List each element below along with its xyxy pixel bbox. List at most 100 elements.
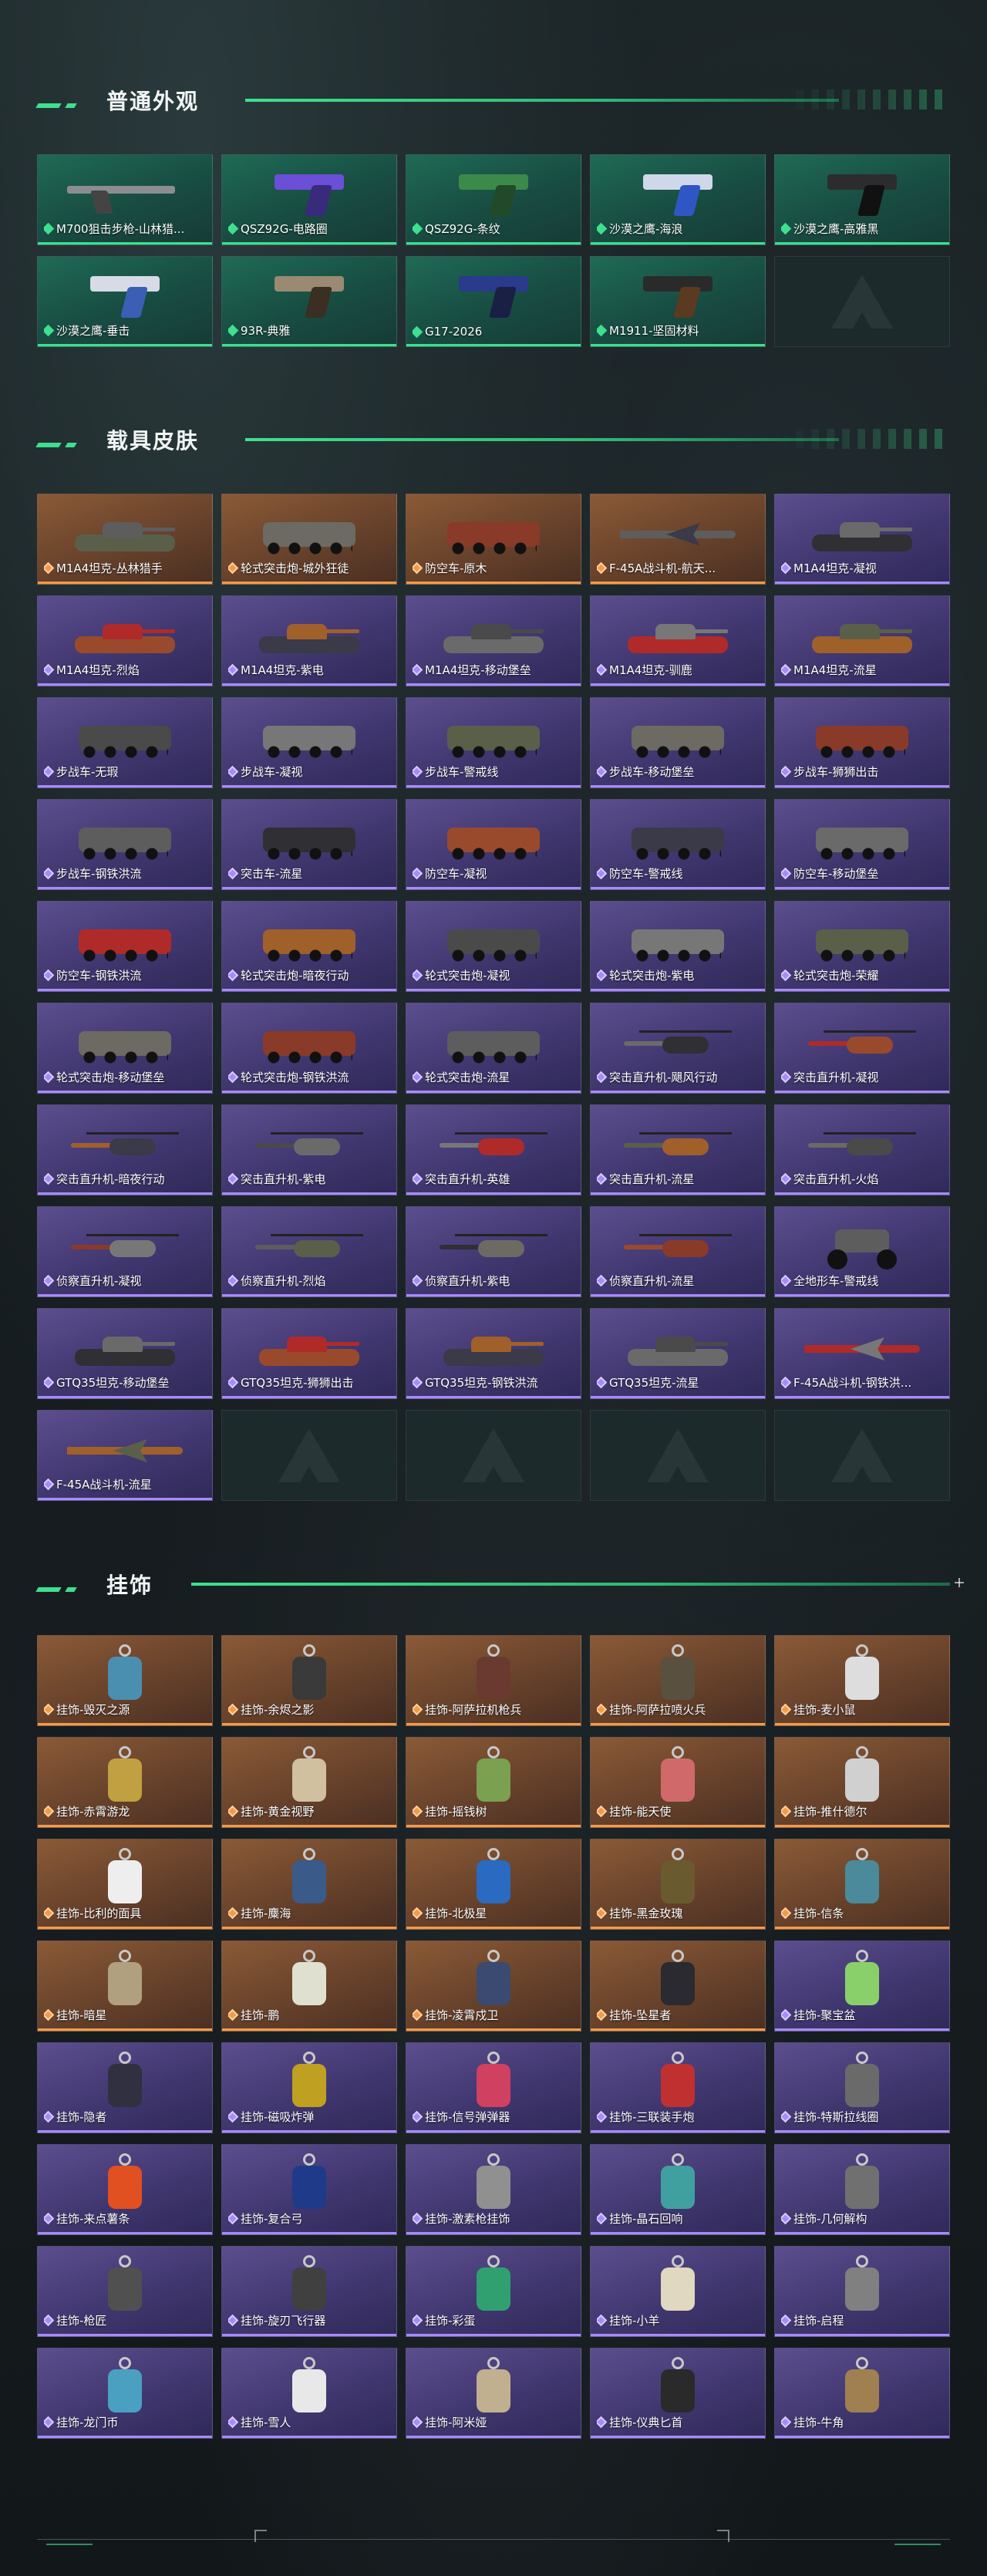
item-card[interactable]: 挂饰-特斯拉线圈 [774,2042,950,2133]
item-card[interactable]: M1A4坦克-流星 [774,595,950,686]
item-card[interactable]: 突击直升机-暗夜行动 [37,1104,213,1195]
item-card[interactable]: 挂饰-比利的面具 [37,1839,213,1930]
item-card[interactable]: GTQ35坦克-钢铁洪流 [406,1308,581,1399]
item-card[interactable]: 突击直升机-流星 [590,1104,766,1195]
item-card[interactable]: 挂饰-摇钱树 [406,1737,581,1828]
item-card[interactable]: 挂饰-启程 [774,2246,950,2337]
item-card[interactable]: M1A4坦克-移动堡垒 [406,595,581,686]
item-card[interactable]: 防空车-警戒线 [590,799,766,890]
item-card[interactable]: 沙漠之鹰-垂击 [37,256,213,347]
item-card[interactable]: 93R-典雅 [221,256,397,347]
item-card[interactable]: 挂饰-磁吸炸弹 [221,2042,397,2133]
item-card[interactable]: 挂饰-余烬之影 [221,1635,397,1726]
item-card[interactable]: 步战车-狮狮出击 [774,697,950,788]
item-card[interactable]: 挂饰-阿萨拉喷火兵 [590,1635,766,1726]
item-card[interactable]: 突击车-流星 [221,799,397,890]
item-card[interactable]: M700狙击步枪-山林猎... [37,154,213,245]
item-card[interactable]: GTQ35坦克-移动堡垒 [37,1308,213,1399]
item-card[interactable]: 挂饰-毁灭之源 [37,1635,213,1726]
item-card[interactable]: G17-2026 [406,256,581,347]
item-card[interactable]: 步战车-凝视 [221,697,397,788]
item-card[interactable]: M1A4坦克-凝视 [774,494,950,585]
item-card[interactable]: 步战车-无瑕 [37,697,213,788]
rarity-bar [775,2232,949,2234]
item-card[interactable]: 挂饰-隐者 [37,2042,213,2133]
item-card[interactable]: 挂饰-阿米娅 [406,2348,581,2439]
item-card[interactable]: 挂饰-麦小鼠 [774,1635,950,1726]
item-card[interactable]: 挂饰-来点薯条 [37,2144,213,2235]
item-card[interactable]: QSZ92G-条纹 [406,154,581,245]
item-card[interactable]: 步战车-移动堡垒 [590,697,766,788]
item-card[interactable]: 挂饰-信条 [774,1839,950,1930]
item-card[interactable]: M1A4坦克-丛林猎手 [37,494,213,585]
watermark-logo-icon [831,1428,893,1482]
item-card[interactable]: 挂饰-晶石回响 [590,2144,766,2235]
item-card[interactable]: 挂饰-阿萨拉机枪兵 [406,1635,581,1726]
charm-ring [119,1848,131,1861]
item-card[interactable]: 沙漠之鹰-海浪 [590,154,766,245]
item-card[interactable]: 挂饰-黄金视野 [221,1737,397,1828]
item-card[interactable]: 挂饰-龙门币 [37,2348,213,2439]
item-card[interactable]: 步战车-警戒线 [406,697,581,788]
item-card[interactable]: 轮式突击炮-暗夜行动 [221,901,397,992]
item-card[interactable]: M1A4坦克-紫电 [221,595,397,686]
item-card[interactable]: 沙漠之鹰-高雅黑 [774,154,950,245]
item-card[interactable]: 轮式突击炮-城外狂徒 [221,494,397,585]
item-card[interactable]: 防空车-凝视 [406,799,581,890]
item-card[interactable]: 挂饰-鹏 [221,1940,397,2031]
item-card[interactable]: 防空车-原木 [406,494,581,585]
item-card[interactable]: QSZ92G-电路圈 [221,154,397,245]
item-card[interactable]: 侦察直升机-凝视 [37,1206,213,1297]
item-card[interactable]: 挂饰-枪匠 [37,2246,213,2337]
item-card[interactable]: F-45A战斗机-流星 [37,1410,213,1501]
item-card[interactable]: 轮式突击炮-紫电 [590,901,766,992]
item-card[interactable]: 挂饰-坠星者 [590,1940,766,2031]
item-card[interactable]: 步战车-钢铁洪流 [37,799,213,890]
item-card[interactable]: M1A4坦克-烈焰 [37,595,213,686]
item-card[interactable]: 防空车-钢铁洪流 [37,901,213,992]
item-card[interactable]: 挂饰-麋海 [221,1839,397,1930]
item-card[interactable]: 全地形车-警戒线 [774,1206,950,1297]
item-card[interactable]: 突击直升机-飓风行动 [590,1003,766,1094]
item-card[interactable]: 挂饰-三联装手炮 [590,2042,766,2133]
item-card[interactable]: F-45A战斗机-钢铁洪... [774,1308,950,1399]
item-card[interactable]: 轮式突击炮-凝视 [406,901,581,992]
item-card[interactable]: 挂饰-赤霄游龙 [37,1737,213,1828]
item-card[interactable]: 突击直升机-凝视 [774,1003,950,1094]
item-card[interactable]: 轮式突击炮-钢铁洪流 [221,1003,397,1094]
item-card[interactable]: 突击直升机-火焰 [774,1104,950,1195]
item-card[interactable]: 防空车-移动堡垒 [774,799,950,890]
item-card[interactable]: 挂饰-聚宝盆 [774,1940,950,2031]
item-card[interactable]: 侦察直升机-流星 [590,1206,766,1297]
item-card[interactable]: 挂饰-牛角 [774,2348,950,2439]
item-card[interactable]: 挂饰-雪人 [221,2348,397,2439]
item-card[interactable]: 挂饰-暗星 [37,1940,213,2031]
item-card[interactable]: F-45A战斗机-航天... [590,494,766,585]
item-card[interactable]: 挂饰-几何解构 [774,2144,950,2235]
item-card[interactable]: M1A4坦克-驯鹿 [590,595,766,686]
item-card[interactable]: 挂饰-凌霄戍卫 [406,1940,581,2031]
item-card[interactable]: 突击直升机-英雄 [406,1104,581,1195]
item-card[interactable]: 挂饰-能天使 [590,1737,766,1828]
item-card[interactable]: GTQ35坦克-流星 [590,1308,766,1399]
item-card[interactable]: 侦察直升机-紫电 [406,1206,581,1297]
item-card[interactable]: 挂饰-仪典匕首 [590,2348,766,2439]
item-card[interactable]: 突击直升机-紫电 [221,1104,397,1195]
item-card[interactable]: 挂饰-复合弓 [221,2144,397,2235]
item-card[interactable]: 挂饰-信号弹弹器 [406,2042,581,2133]
rarity-bar [775,2334,949,2336]
rarity-diamond-icon [781,1805,792,1818]
item-card[interactable]: 轮式突击炮-流星 [406,1003,581,1094]
item-card[interactable]: 挂饰-旋刃飞行器 [221,2246,397,2337]
item-card[interactable]: 挂饰-北极星 [406,1839,581,1930]
item-card[interactable]: 挂饰-推什德尔 [774,1737,950,1828]
item-card[interactable]: GTQ35坦克-狮狮出击 [221,1308,397,1399]
item-card[interactable]: 挂饰-小羊 [590,2246,766,2337]
item-card[interactable]: 挂饰-黑金玫瑰 [590,1839,766,1930]
item-card[interactable]: 轮式突击炮-移动堡垒 [37,1003,213,1094]
item-card[interactable]: M1911-坚固材料 [590,256,766,347]
item-card[interactable]: 挂饰-激素枪挂饰 [406,2144,581,2235]
item-card[interactable]: 轮式突击炮-荣耀 [774,901,950,992]
item-card[interactable]: 侦察直升机-烈焰 [221,1206,397,1297]
item-card[interactable]: 挂饰-彩蛋 [406,2246,581,2337]
